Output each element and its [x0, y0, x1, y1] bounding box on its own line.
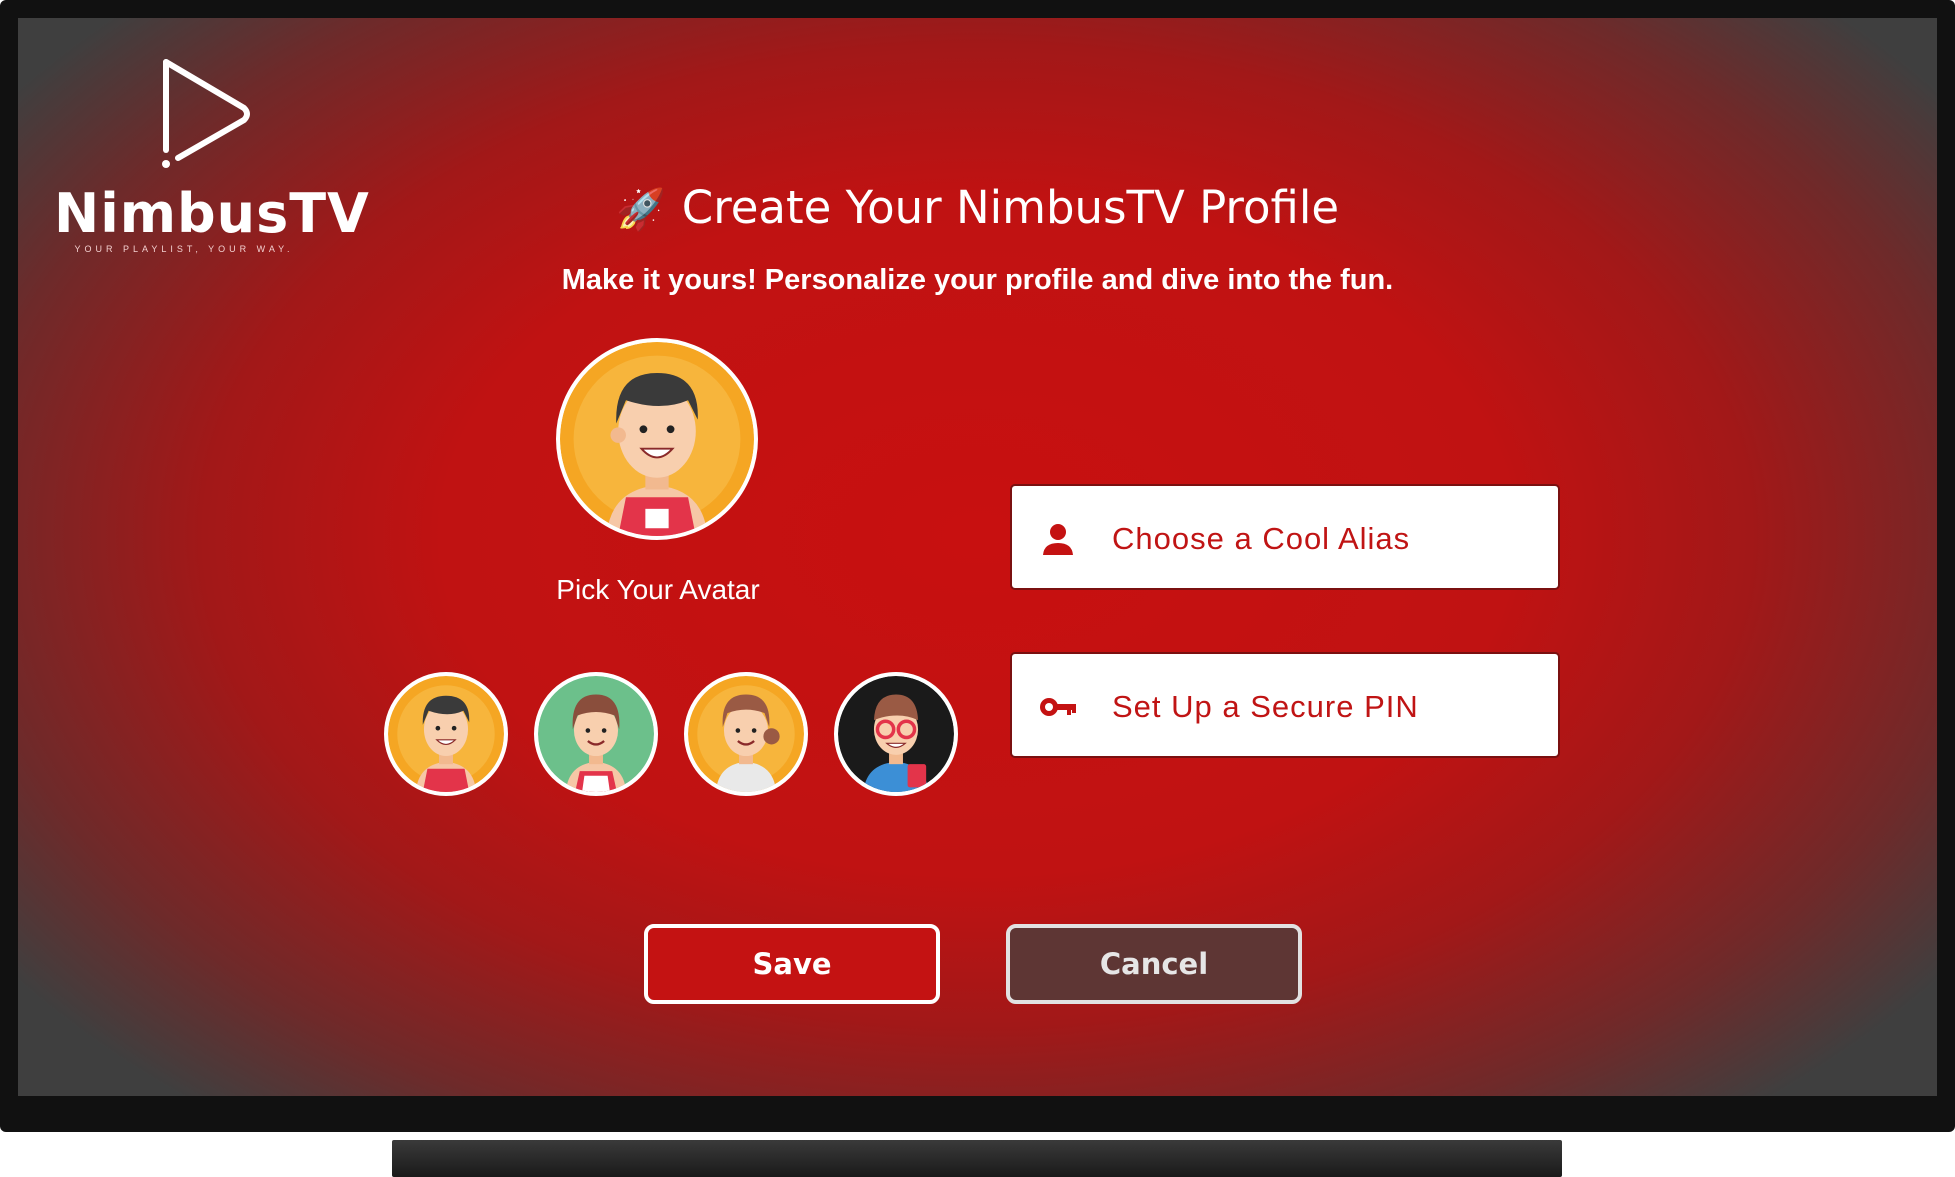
pin-input[interactable]: Set Up a Secure PIN: [1010, 652, 1560, 758]
girl-green-avatar-icon: [538, 676, 654, 792]
alias-input[interactable]: Choose a Cool Alias: [1010, 484, 1560, 590]
glasses-man-avatar-icon: [838, 676, 954, 792]
page-title: 🚀 Create Your NimbusTV Profile: [18, 181, 1937, 234]
key-icon: [1040, 698, 1076, 716]
tv-screen: NimbusTV YOUR PLAYLIST, YOUR WAY. 🚀 Creat…: [18, 18, 1937, 1096]
alias-placeholder: Choose a Cool Alias: [1112, 521, 1411, 556]
avatar-option-girl-green[interactable]: [534, 672, 658, 796]
page-title-text: Create Your NimbusTV Profile: [681, 181, 1340, 234]
tv-stand: [392, 1140, 1562, 1177]
save-button[interactable]: Save: [644, 924, 940, 1004]
girl-orange-avatar-icon: [688, 676, 804, 792]
avatar-option-boy[interactable]: [384, 672, 508, 796]
pin-placeholder: Set Up a Secure PIN: [1112, 689, 1419, 724]
user-icon: [1043, 524, 1073, 555]
boy-avatar-icon: [388, 676, 504, 792]
page-subtitle: Make it yours! Personalize your profile …: [561, 264, 1394, 296]
pick-avatar-label: Pick Your Avatar: [556, 574, 760, 605]
brand-tagline: YOUR PLAYLIST, YOUR WAY.: [74, 244, 294, 254]
selected-avatar[interactable]: [556, 338, 758, 540]
avatar-option-glasses-man[interactable]: [834, 672, 958, 796]
boy-avatar-icon: [560, 342, 754, 536]
play-logo-icon: [162, 59, 250, 168]
rocket-icon: 🚀: [615, 187, 666, 233]
avatar-option-girl-orange[interactable]: [684, 672, 808, 796]
cancel-button[interactable]: Cancel: [1006, 924, 1302, 1004]
